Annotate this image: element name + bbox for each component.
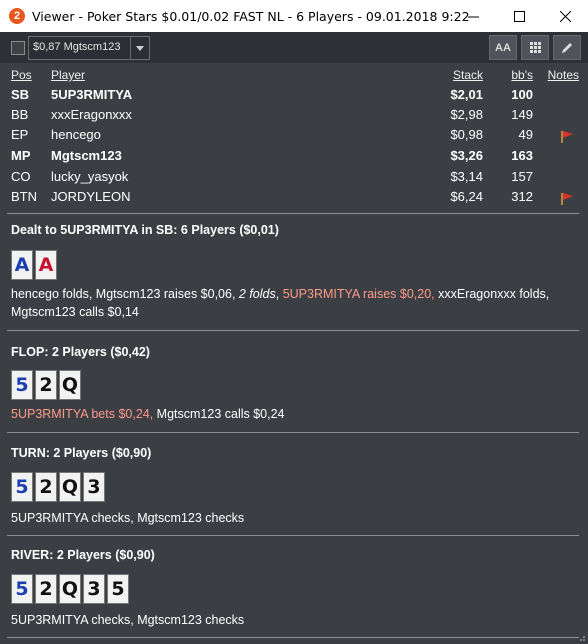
maximize-button[interactable] — [496, 0, 542, 32]
turn-title: TURN: 2 Players ($0,90) — [11, 446, 152, 460]
hand-selector-dropdown[interactable]: $0,87 Mgtscm123 — [28, 36, 150, 60]
playing-card: 3 — [83, 574, 105, 604]
col-header-notes[interactable]: Notes — [548, 68, 579, 82]
edit-button[interactable] — [553, 35, 581, 60]
title-bar: 2 Viewer - Poker Stars $0.01/0.02 FAST N… — [0, 0, 588, 32]
playing-card: A — [11, 250, 33, 280]
river-actions: 5UP3RMITYA checks, Mgtscm123 checks — [11, 613, 245, 627]
player-row[interactable]: EP hencego $0,98 49 — [0, 127, 588, 147]
big-blinds: 163 — [511, 148, 533, 163]
window-title: Viewer - Poker Stars $0.01/0.02 FAST NL … — [32, 8, 470, 24]
action-text: , — [275, 287, 283, 301]
toolbar: $0,87 Mgtscm123 AA — [0, 32, 588, 63]
grid-icon — [529, 42, 541, 53]
player-row[interactable]: SB 5UP3RMITYA $2,01 100 — [0, 87, 588, 107]
playing-card: 2 — [35, 574, 57, 604]
preflop-title: Dealt to 5UP3RMITYA in SB: 6 Players ($0… — [11, 223, 279, 237]
action-text: 2 folds — [238, 287, 276, 301]
playing-card: 5 — [107, 574, 129, 604]
river-title: RIVER: 2 Players ($0,90) — [11, 548, 155, 562]
turn-actions: 5UP3RMITYA checks, Mgtscm123 checks — [11, 511, 245, 525]
divider — [7, 213, 579, 214]
position: BB — [11, 107, 29, 122]
playing-card: 2 — [35, 472, 57, 502]
big-blinds: 100 — [511, 87, 533, 102]
big-blinds: 157 — [511, 169, 533, 184]
stack: $3,26 — [450, 148, 483, 163]
divider — [7, 535, 579, 536]
position: MP — [11, 148, 31, 163]
playing-card: 2 — [35, 370, 57, 400]
col-header-pos[interactable]: Pos — [11, 68, 32, 82]
close-button[interactable] — [542, 0, 588, 32]
grid-button[interactable] — [521, 35, 549, 60]
app-icon: 2 — [9, 8, 25, 24]
divider — [7, 432, 579, 433]
position: SB — [11, 87, 30, 102]
flop-actions: 5UP3RMITYA bets $0,24, Mgtscm123 calls $… — [11, 405, 576, 423]
resize-grip-icon[interactable] — [576, 632, 586, 642]
river-cards: 5 2 Q 3 5 — [11, 574, 131, 604]
playing-card: A — [35, 250, 57, 280]
hero-action-text: 5UP3RMITYA raises $0,20, — [282, 287, 435, 301]
player-name: hencego — [51, 127, 101, 142]
action-text: hencego folds, Mgtscm123 raises $0,06, — [11, 287, 239, 301]
player-row[interactable]: MP Mgtscm123 $3,26 163 — [0, 148, 588, 168]
big-blinds: 312 — [511, 189, 533, 204]
player-name: JORDYLEON — [51, 189, 131, 204]
col-header-stack[interactable]: Stack — [453, 68, 483, 82]
playing-card: Q — [59, 472, 81, 502]
position: EP — [11, 127, 29, 142]
pencil-icon — [562, 42, 572, 53]
playing-card: Q — [59, 370, 81, 400]
stack: $2,01 — [450, 87, 483, 102]
big-blinds: 149 — [511, 107, 533, 122]
flop-cards: 5 2 Q — [11, 370, 83, 400]
stack: $6,24 — [450, 189, 483, 204]
player-row[interactable]: BTN JORDYLEON $6,24 312 — [0, 189, 588, 209]
player-name: 5UP3RMITYA — [51, 87, 133, 102]
playing-card: 5 — [11, 370, 33, 400]
minimize-button[interactable] — [450, 0, 496, 32]
font-size-button[interactable]: AA — [489, 35, 517, 60]
player-name: xxxEragonxxx — [51, 107, 132, 122]
playing-card: Q — [59, 574, 81, 604]
playing-card: 3 — [83, 472, 105, 502]
font-size-label: AA — [495, 41, 511, 54]
flop-title: FLOP: 2 Players ($0,42) — [11, 345, 150, 359]
divider — [7, 330, 579, 331]
player-row[interactable]: CO lucky_yasyok $3,14 157 — [0, 169, 588, 189]
minimize-icon — [467, 16, 479, 17]
stack: $3,14 — [450, 169, 483, 184]
hand-selector-value: $0,87 Mgtscm123 — [33, 41, 121, 53]
preflop-actions: hencego folds, Mgtscm123 raises $0,06, 2… — [11, 285, 576, 321]
playing-card: 5 — [11, 472, 33, 502]
player-name: lucky_yasyok — [51, 169, 129, 184]
hero-action-text: 5UP3RMITYA bets $0,24, — [11, 407, 154, 421]
close-icon — [559, 10, 571, 22]
chevron-down-icon[interactable] — [130, 37, 149, 59]
divider — [7, 637, 579, 638]
position: CO — [11, 169, 31, 184]
stack: $0,98 — [450, 127, 483, 142]
col-header-bbs[interactable]: bb's — [511, 68, 533, 82]
note-flag-icon[interactable] — [560, 130, 574, 144]
big-blinds: 49 — [518, 127, 533, 142]
player-name: Mgtscm123 — [51, 148, 122, 163]
hand-checkbox[interactable] — [11, 41, 25, 55]
action-text: Mgtscm123 calls $0,24 — [153, 407, 285, 421]
player-row[interactable]: BB xxxEragonxxx $2,98 149 — [0, 107, 588, 127]
hole-cards: A A — [11, 250, 59, 280]
turn-cards: 5 2 Q 3 — [11, 472, 107, 502]
note-flag-icon[interactable] — [560, 192, 574, 206]
maximize-icon — [513, 10, 525, 22]
playing-card: 5 — [11, 574, 33, 604]
position: BTN — [11, 189, 37, 204]
stack: $2,98 — [450, 107, 483, 122]
col-header-player[interactable]: Player — [51, 68, 85, 82]
